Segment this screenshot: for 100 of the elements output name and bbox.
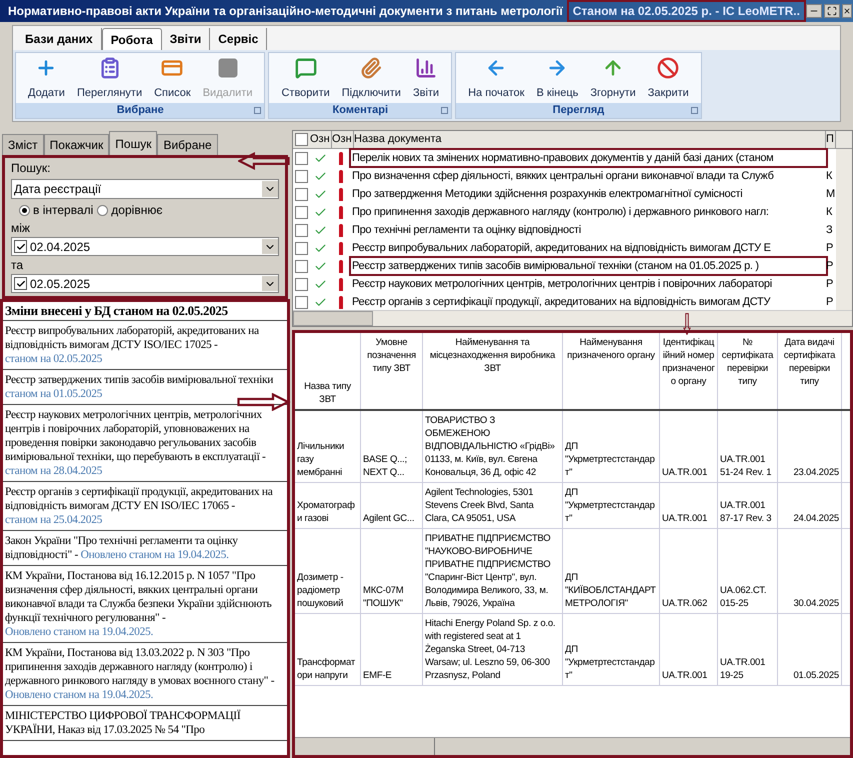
row-checkbox[interactable] bbox=[295, 224, 308, 236]
table-cell: UA.TR.001 bbox=[660, 483, 718, 528]
table-cell: Хроматографи газові bbox=[295, 483, 361, 528]
search-label: Пошук: bbox=[11, 160, 52, 177]
document-title[interactable]: Про припинення заходів державного нагляду (контролю) і державного ринкового нагл: bbox=[351, 204, 826, 220]
date-field[interactable]: 02.04.2025 bbox=[11, 237, 279, 256]
dropdown-caret-icon bbox=[262, 276, 278, 291]
ribbon-tab[interactable]: Робота bbox=[102, 28, 162, 50]
row-checkbox[interactable] bbox=[295, 170, 308, 182]
table-cell-text: К bbox=[826, 168, 834, 184]
document-title[interactable]: Реєстр органів з сертифікації продукції, акредитованих на відповідність вимогам ДСТУ bbox=[351, 294, 826, 310]
dialog-launcher-icon[interactable] bbox=[441, 107, 448, 114]
change-entry: Реєстр наукових метрологічних центрів, метрологічних центрів і повірочних лабораторій, уповноважених на проведення повірки законодавчо регульованих засобів вимірювальної техніки, що перебувають в експлуатації - станом на 28.04.2025 bbox=[3, 405, 287, 482]
minimize-button[interactable] bbox=[806, 4, 822, 18]
ribbon-button[interactable]: Згорнути bbox=[584, 57, 642, 101]
column-header[interactable]: Назва документа bbox=[354, 131, 826, 148]
exclamation-icon bbox=[339, 206, 343, 218]
checkbox[interactable] bbox=[14, 240, 27, 253]
side-tab[interactable]: Покажчик bbox=[44, 134, 110, 155]
row-checkbox[interactable] bbox=[295, 206, 308, 218]
date-link[interactable]: Оновлено станом на 19.04.2025. bbox=[5, 626, 154, 638]
column-header[interactable]: П bbox=[826, 131, 836, 148]
exclamation-icon bbox=[339, 188, 343, 200]
bar-chart-icon bbox=[415, 57, 438, 79]
table-cell: 01.05.2025 bbox=[778, 614, 842, 685]
row-checkbox[interactable] bbox=[295, 242, 308, 254]
column-header: Ідентифікаційний номер призначеного органу bbox=[660, 333, 718, 409]
exclamation-icon bbox=[339, 242, 343, 254]
maximize-button[interactable] bbox=[824, 4, 840, 18]
table-cell: UA.TR.001 51-24 Rev. 1 bbox=[718, 411, 778, 482]
document-title[interactable]: Реєстр затверджених типів засобів вимірювальної техніки (станом на 01.05.2025 р. ) bbox=[351, 258, 826, 274]
document-title[interactable]: Про визначення сфер діяльності, вякких центральні органи виконавчої влади та Служб bbox=[351, 168, 826, 184]
exclamation-icon bbox=[339, 152, 343, 164]
row-checkbox[interactable] bbox=[295, 188, 308, 200]
window-title: Нормативно-правові акти України та організаційно-методичні документи з питань метрології bbox=[8, 3, 563, 20]
close-button[interactable] bbox=[842, 4, 852, 18]
document-title[interactable]: Перелік нових та змінених нормативно-правових документів у даній базі даних (станом bbox=[351, 150, 826, 166]
side-tab[interactable]: Зміст bbox=[2, 134, 44, 155]
ribbon-button[interactable]: В кінець bbox=[530, 57, 584, 101]
column-header: Дата видачі сертифіката перевірки типу bbox=[778, 333, 842, 409]
document-title[interactable]: Реєстр випробувальних лабораторій, акредитованих на відповідність вимогам ДСТУ Е bbox=[351, 240, 826, 256]
table-cell: ДП "КИЇВОБЛСТАНДАРТ МЕТРОЛОГІЯ" bbox=[563, 529, 660, 613]
table-cell: 24.04.2025 bbox=[778, 483, 842, 528]
search-type-dropdown[interactable]: Дата реєстрації bbox=[11, 179, 279, 199]
change-entry: КМ України, Постанова від 13.03.2022 р. N 303 "Про припинення заходів державного нагляду (контролю) і державного ринкового нагляду в умовах воєнного стану" - Оновлено станом на 19.04.2025. bbox=[3, 643, 287, 706]
side-tab[interactable]: Пошук bbox=[109, 131, 158, 155]
date-link[interactable]: станом на 25.04.2025 bbox=[5, 514, 102, 526]
row-checkbox[interactable] bbox=[295, 278, 308, 290]
table-cell: UA.TR.001 19-25 bbox=[718, 614, 778, 685]
date-link[interactable]: станом на 01.05.2025 bbox=[5, 388, 102, 400]
table-cell: UA.TR.001 87-17 Rev. 3 bbox=[718, 483, 778, 528]
horizontal-scrollbar[interactable] bbox=[293, 310, 852, 326]
check-mark-icon bbox=[314, 170, 327, 182]
dialog-launcher-icon[interactable] bbox=[690, 107, 698, 114]
horizontal-scrollbar[interactable] bbox=[295, 737, 850, 755]
ribbon-button[interactable]: Звіти bbox=[406, 57, 446, 101]
radio-option[interactable]: в інтервалі bbox=[19, 201, 94, 219]
document-title[interactable]: Про технічні регламенти та оцінку відповідності bbox=[351, 222, 826, 238]
date-link[interactable]: станом на 02.05.2025 bbox=[5, 353, 102, 365]
date-label: та bbox=[11, 258, 24, 272]
checkbox[interactable] bbox=[14, 277, 27, 290]
table-cell-text: М bbox=[826, 186, 836, 202]
date-link[interactable]: Оновлено станом на 19.04.2025. bbox=[5, 689, 154, 701]
change-entry: КМ України, Постанова від 16.12.2015 р. N 1057 "Про визначення сфер діяльності, вякких центральні органи виконавчої влади та Служба безпеки України здійснюють функції технічного регулювання" - Оновлено станом на 19.04.2025. bbox=[3, 566, 287, 643]
table-cell-text: З bbox=[826, 222, 834, 238]
check-mark-icon bbox=[314, 296, 327, 308]
dialog-launcher-icon[interactable] bbox=[254, 107, 262, 114]
table-cell: EMF-E bbox=[361, 614, 423, 685]
close-icon bbox=[842, 6, 851, 16]
side-tab[interactable]: Вибране bbox=[157, 134, 218, 155]
ribbon-button[interactable]: Створити bbox=[275, 57, 336, 101]
document-title[interactable]: Про затвердження Методики здійснення розрахунків електромагнітної сумісності bbox=[351, 186, 826, 202]
ribbon-button[interactable]: На початок bbox=[462, 57, 530, 101]
row-checkbox[interactable] bbox=[295, 152, 308, 164]
date-link[interactable]: станом на 28.04.2025 bbox=[5, 465, 102, 477]
change-entry: Реєстр випробувальних лабораторій, акредитованих на відповідність вимогам ДСТУ ISO/IEC 17025 - станом на 02.05.2025 bbox=[3, 321, 287, 370]
ribbon-button[interactable]: Додати bbox=[22, 57, 71, 101]
table-cell-text: Р bbox=[826, 276, 834, 292]
table-cell-text: Р bbox=[826, 240, 834, 256]
column-header[interactable]: Озн bbox=[310, 131, 332, 148]
date-field[interactable]: 02.05.2025 bbox=[11, 274, 279, 293]
date-link[interactable]: Оновлено станом на 19.04.2025. bbox=[80, 549, 229, 561]
table-cell: Agilent Technologies, 5301 Stevens Creek Blvd, Santa Clara, CA 95051, USA bbox=[423, 483, 563, 528]
vertical-scrollbar[interactable] bbox=[836, 149, 852, 310]
row-checkbox[interactable] bbox=[295, 296, 308, 308]
radio-option[interactable]: дорівнює bbox=[97, 201, 162, 219]
dropdown-caret-icon bbox=[262, 181, 278, 197]
ribbon-button[interactable]: Список bbox=[148, 57, 197, 101]
document-title[interactable]: Реєстр наукових метрологічних центрів, метрологічних центрів і повірочних лабораторі bbox=[351, 276, 826, 292]
column-header[interactable]: Озн bbox=[332, 131, 354, 148]
table-cell: 30.04.2025 bbox=[778, 529, 842, 613]
change-entry: МІНІСТЕРСТВО ЦИФРОВОЇ ТРАНСФОРМАЦІЇ УКРАЇНИ, Наказ від 17.03.2025 № 54 "Про bbox=[3, 706, 287, 741]
table-cell: ПРИВАТНЕ ПІДПРИЄМСТВО "НАУКОВО-ВИРОБНИЧЕ ПРИВАТНЕ ПІДПРИЄМСТВО "Спаринг-Віст Центр", вул. Володимира Великого, 33, м. Львів, 79026, Україна bbox=[423, 529, 563, 613]
ribbon-button[interactable]: Переглянути bbox=[70, 57, 148, 101]
header-checkbox[interactable] bbox=[295, 133, 308, 146]
check-mark-icon bbox=[314, 188, 327, 200]
ribbon-button[interactable]: Закрити bbox=[642, 57, 695, 101]
ribbon-button[interactable]: Підключити bbox=[336, 57, 407, 101]
row-checkbox[interactable] bbox=[295, 260, 308, 272]
table-cell: ДП "Укрметртестстандарт" bbox=[563, 411, 660, 482]
